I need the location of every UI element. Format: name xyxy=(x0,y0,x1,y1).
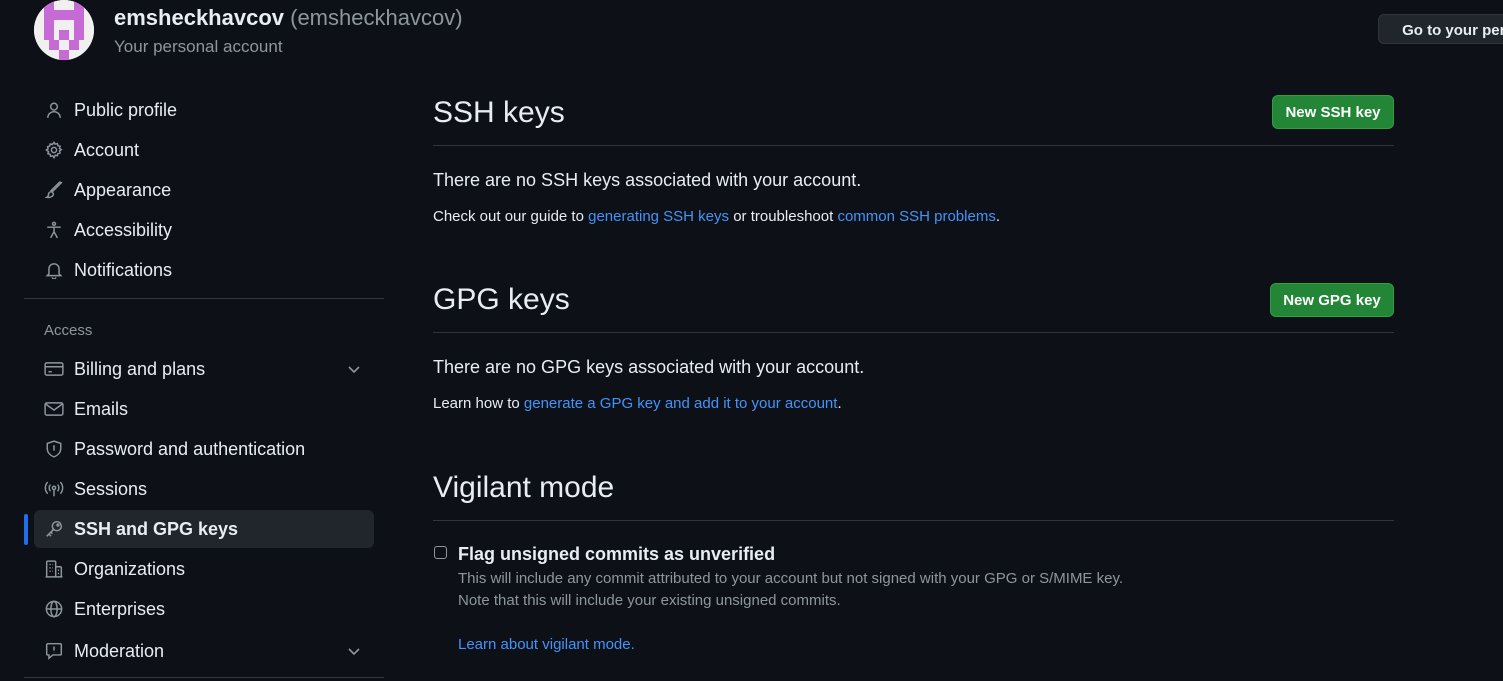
generate-gpg-key-link[interactable]: generate a GPG key and add it to your ac… xyxy=(524,395,838,412)
ssh-empty-message: There are no SSH keys associated with yo… xyxy=(433,170,862,190)
sidebar-item-emails[interactable]: Emails xyxy=(34,390,374,428)
organization-icon xyxy=(44,559,64,579)
ssh-keys-title: SSH keys xyxy=(433,96,565,129)
sidebar-item-sessions[interactable]: Sessions xyxy=(34,470,374,508)
active-indicator xyxy=(24,514,28,545)
sidebar-item-label: Appearance xyxy=(74,179,172,200)
mail-icon xyxy=(44,399,64,419)
ssh-help-middle: or troubleshoot xyxy=(729,208,838,225)
flag-unsigned-commits-checkbox[interactable] xyxy=(434,546,447,559)
new-ssh-key-button[interactable]: New SSH key xyxy=(1272,95,1394,129)
section-divider xyxy=(433,145,1394,146)
sidebar-item-notifications[interactable]: Notifications xyxy=(34,251,374,289)
sidebar-item-label: Emails xyxy=(74,398,129,419)
sidebar-item-accessibility[interactable]: Accessibility xyxy=(34,211,374,249)
report-icon xyxy=(44,641,64,661)
sidebar-item-ssh-gpg-keys[interactable]: SSH and GPG keys xyxy=(34,510,374,548)
vigilant-note-line2: Note that this will include your existin… xyxy=(458,592,841,609)
ssh-help-text: Check out our guide to generating SSH ke… xyxy=(433,208,1000,225)
sidebar-item-label: Notifications xyxy=(74,259,173,280)
learn-vigilant-mode-link[interactable]: Learn about vigilant mode. xyxy=(458,636,635,653)
key-icon xyxy=(44,519,64,539)
paintbrush-icon xyxy=(44,180,64,200)
gpg-help-prefix: Learn how to xyxy=(433,395,524,412)
ssh-help-suffix: . xyxy=(995,208,1000,225)
chevron-down-icon[interactable] xyxy=(346,643,362,664)
go-to-profile-button[interactable]: Go to your perso xyxy=(1378,14,1503,44)
vigilant-mode-title: Vigilant mode xyxy=(433,471,615,504)
sidebar-item-moderation[interactable]: Moderation xyxy=(34,632,374,670)
sidebar-item-password-authentication[interactable]: Password and authentication xyxy=(34,430,374,468)
account-handle: (emsheckhavcov) xyxy=(290,5,463,30)
sidebar-divider xyxy=(24,298,384,299)
avatar[interactable] xyxy=(34,0,94,60)
sidebar-item-label: Sessions xyxy=(74,478,148,499)
gpg-help-text: Learn how to generate a GPG key and add … xyxy=(433,395,842,412)
vigilant-note-line1: This will include any commit attributed … xyxy=(458,570,1124,587)
ssh-help-prefix: Check out our guide to xyxy=(433,208,589,225)
sidebar-item-label: Account xyxy=(74,139,140,160)
sidebar-item-label: Public profile xyxy=(74,99,178,120)
account-subtitle: Your personal account xyxy=(114,37,283,56)
sidebar-item-label: Accessibility xyxy=(74,219,173,240)
sidebar-item-billing[interactable]: Billing and plans xyxy=(34,350,374,388)
person-icon xyxy=(44,100,64,120)
account-title: emsheckhavcov (emsheckhavcov) xyxy=(114,5,463,31)
gpg-empty-message: There are no GPG keys associated with yo… xyxy=(433,357,865,377)
credit-card-icon xyxy=(44,359,64,379)
gpg-help-suffix: . xyxy=(837,395,842,412)
gear-icon xyxy=(44,140,64,160)
globe-icon xyxy=(44,599,64,619)
sidebar-item-public-profile[interactable]: Public profile xyxy=(34,91,374,129)
section-divider xyxy=(433,520,1394,521)
sidebar-item-enterprises[interactable]: Enterprises xyxy=(34,590,374,628)
sidebar-item-appearance[interactable]: Appearance xyxy=(34,171,374,209)
sidebar-heading-access: Access xyxy=(44,322,93,339)
sidebar-item-organizations[interactable]: Organizations xyxy=(34,550,374,588)
sidebar-item-label: Enterprises xyxy=(74,598,166,619)
sidebar-item-label: Moderation xyxy=(74,640,165,661)
new-gpg-key-button[interactable]: New GPG key xyxy=(1270,283,1394,317)
chevron-down-icon[interactable] xyxy=(346,361,362,382)
flag-unsigned-commits-label[interactable]: Flag unsigned commits as unverified xyxy=(458,544,775,565)
broadcast-icon xyxy=(44,479,64,499)
sidebar-item-account[interactable]: Account xyxy=(34,131,374,169)
account-username[interactable]: emsheckhavcov xyxy=(114,5,284,30)
sidebar-item-label: Organizations xyxy=(74,558,186,579)
section-divider xyxy=(433,332,1394,333)
sidebar-item-label: SSH and GPG keys xyxy=(74,518,239,539)
common-ssh-problems-link[interactable]: common SSH problems xyxy=(837,208,995,225)
bell-icon xyxy=(44,260,64,280)
gpg-keys-title: GPG keys xyxy=(433,283,570,316)
sidebar-divider xyxy=(24,677,384,678)
sidebar-item-label: Billing and plans xyxy=(74,358,206,379)
generating-ssh-keys-link[interactable]: generating SSH keys xyxy=(588,208,729,225)
shield-icon xyxy=(44,439,64,459)
accessibility-icon xyxy=(44,220,64,240)
sidebar-item-label: Password and authentication xyxy=(74,438,306,459)
